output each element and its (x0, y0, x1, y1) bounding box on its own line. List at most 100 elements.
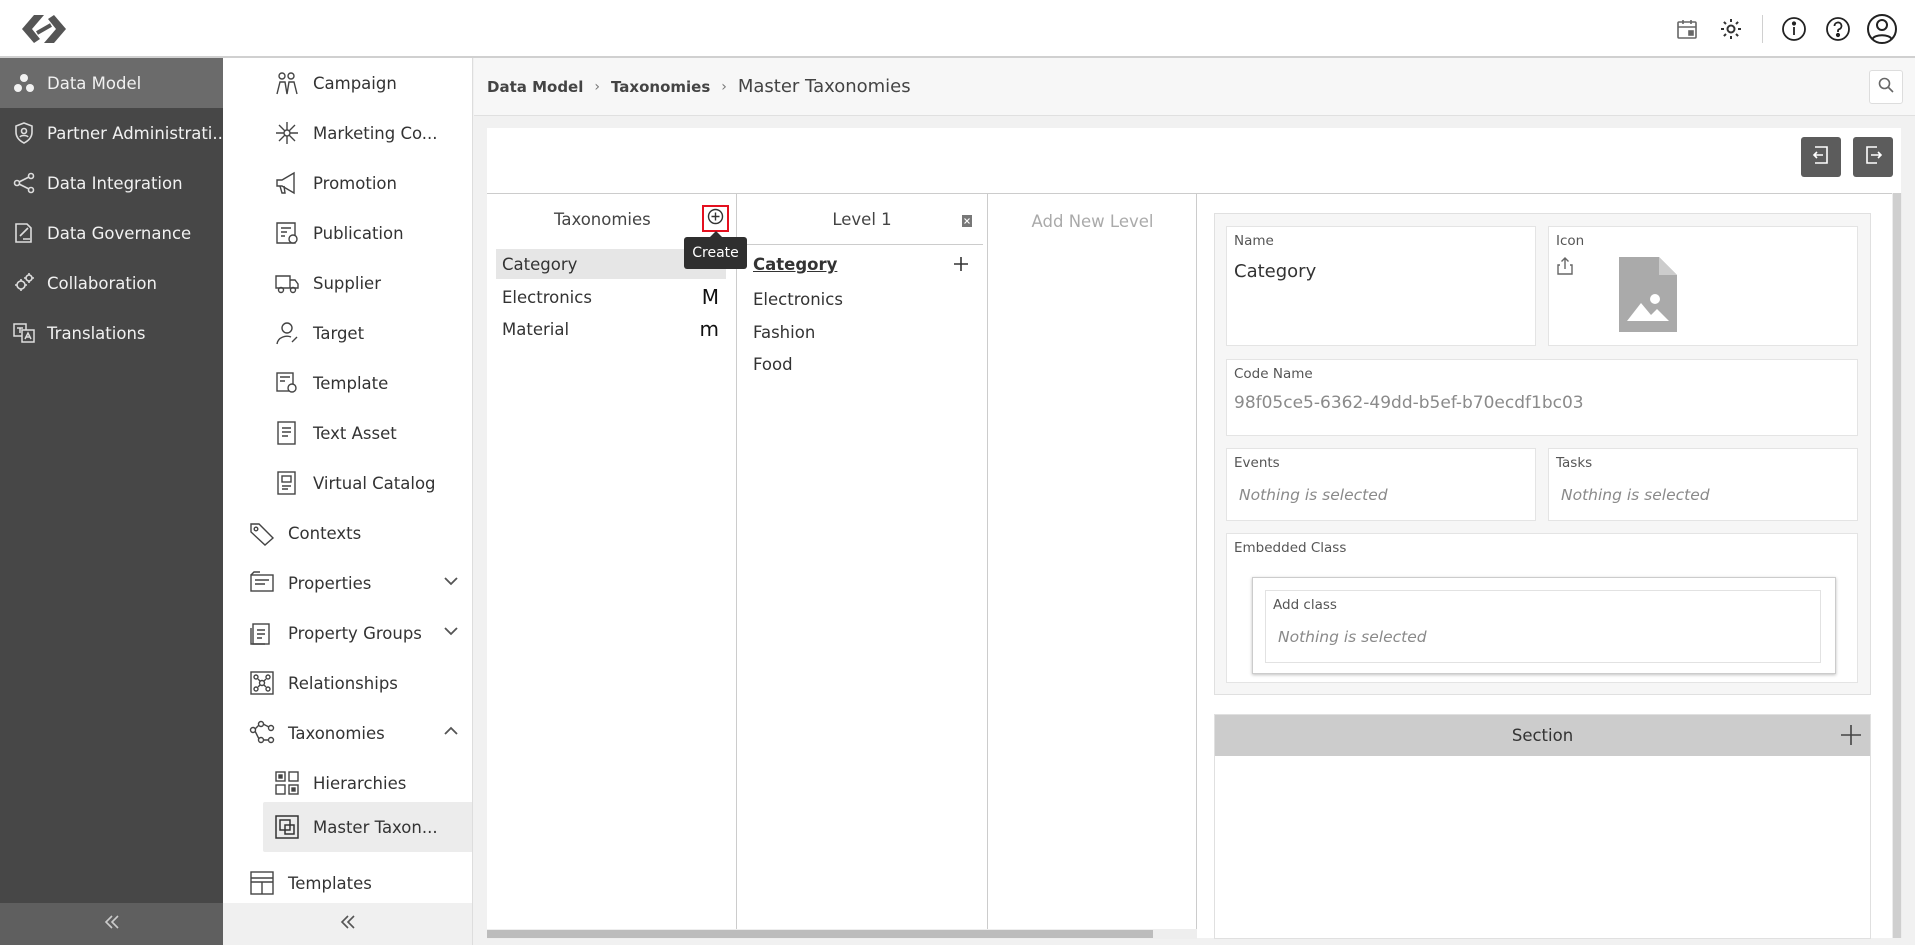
events-placeholder[interactable]: Nothing is selected (1239, 486, 1388, 504)
tag-icon (248, 519, 276, 547)
name-value[interactable]: Category (1234, 261, 1316, 282)
sidebar-item-label: Data Integration (47, 173, 183, 193)
nav-item-label: Target (313, 323, 365, 343)
campaign-icon (273, 69, 301, 97)
nav-item-label: Templates (288, 873, 372, 893)
settings-gear-icon[interactable] (1712, 10, 1750, 48)
taxonomy-marker: M (701, 285, 719, 309)
nav-item-contexts[interactable]: Contexts (223, 508, 472, 558)
breadcrumb-data-model[interactable]: Data Model (487, 78, 583, 96)
breadcrumb-taxonomies[interactable]: Taxonomies (611, 78, 710, 96)
plus-circle-icon (707, 208, 724, 229)
level-title-category[interactable]: Category (753, 255, 837, 274)
sidebar-item-collaboration[interactable]: Collaboration (0, 258, 223, 308)
scrollbar-thumb[interactable] (487, 930, 1153, 938)
nav-item-virtual-catalog[interactable]: Virtual Catalog (223, 458, 472, 508)
shield-icon (11, 120, 37, 146)
nav-item-campaign[interactable]: Campaign (223, 58, 472, 108)
nav-item-supplier[interactable]: Supplier (223, 258, 472, 308)
add-class-container: Add class Nothing is selected (1252, 577, 1836, 674)
truck-icon (273, 269, 301, 297)
user-avatar-icon[interactable] (1863, 10, 1901, 48)
import-button[interactable] (1801, 137, 1841, 177)
nav-item-marketing-collection[interactable]: Marketing Co... (223, 108, 472, 158)
megaphone-icon (273, 169, 301, 197)
events-label: Events (1234, 455, 1280, 471)
level-item-electronics[interactable]: Electronics (753, 290, 843, 309)
gears-icon (11, 270, 37, 296)
sidebar-item-data-integration[interactable]: Data Integration (0, 158, 223, 208)
chevron-down-icon[interactable] (443, 573, 459, 593)
nav-item-master-taxonomies[interactable]: Master Taxon... (263, 802, 472, 852)
nav-item-template[interactable]: Template (223, 358, 472, 408)
taxonomy-row-electronics[interactable]: Electronics M (496, 282, 726, 312)
section-header: Section (1215, 715, 1870, 756)
taxonomy-label: Category (502, 254, 578, 274)
vertical-scrollbar[interactable] (1892, 193, 1902, 938)
add-section-plus-icon[interactable] (1838, 722, 1864, 748)
level-item-food[interactable]: Food (753, 355, 793, 374)
nav-item-label: Master Taxon... (313, 817, 438, 837)
scrollbar-thumb[interactable] (1893, 193, 1901, 938)
nav-collapse-button[interactable] (223, 903, 472, 945)
nav-item-publication[interactable]: Publication (223, 208, 472, 258)
page-header: Data Model › Taxonomies › Master Taxonom… (474, 58, 1915, 116)
nav-item-text-asset[interactable]: Text Asset (223, 408, 472, 458)
app-logo[interactable] (20, 9, 68, 49)
chevron-down-icon[interactable] (443, 623, 459, 643)
delete-level-icon[interactable] (961, 213, 973, 232)
icon-label: Icon (1556, 233, 1585, 249)
secondary-nav: Campaign Marketing Co... Promotion Publi… (223, 58, 473, 945)
add-class-placeholder[interactable]: Nothing is selected (1278, 628, 1427, 646)
chevron-up-icon[interactable] (443, 723, 459, 743)
nav-item-label: Publication (313, 223, 404, 243)
sidebar-item-label: Partner Administrati... (47, 123, 223, 143)
nav-item-templates[interactable]: Templates (223, 858, 472, 908)
nav-item-label: Supplier (313, 273, 381, 293)
sidebar-item-partner-administration[interactable]: Partner Administrati... (0, 108, 223, 158)
double-chevron-left-icon (103, 913, 121, 935)
calendar-icon[interactable] (1668, 10, 1706, 48)
toolbar-separator (1762, 15, 1763, 43)
nav-item-promotion[interactable]: Promotion (223, 158, 472, 208)
help-icon[interactable] (1819, 10, 1857, 48)
add-level-column: Add New Level (988, 194, 1197, 939)
nav-item-hierarchies[interactable]: Hierarchies (223, 758, 472, 808)
nav-item-target[interactable]: Target (223, 308, 472, 358)
sidebar-item-data-model[interactable]: Data Model (0, 58, 223, 108)
master-taxonomy-icon (273, 813, 301, 841)
tasks-placeholder[interactable]: Nothing is selected (1561, 486, 1710, 504)
info-icon[interactable] (1775, 10, 1813, 48)
taxonomy-row-material[interactable]: Material m (496, 314, 726, 344)
top-bar (0, 0, 1915, 58)
nav-item-relationships[interactable]: Relationships (223, 658, 472, 708)
code-name-field[interactable]: Code Name 98f05ce5-6362-49dd-b5ef-b70ecd… (1226, 359, 1858, 436)
nav-item-label: Relationships (288, 673, 398, 693)
nav-item-property-groups[interactable]: Property Groups (223, 608, 472, 658)
nav-item-label: Template (313, 373, 389, 393)
taxonomy-label: Electronics (502, 287, 592, 307)
add-item-plus-icon[interactable] (953, 256, 969, 276)
search-button[interactable] (1869, 70, 1903, 104)
nav-item-properties[interactable]: Properties (223, 558, 472, 608)
main-sidebar: Data Model Partner Administrati... Data … (0, 58, 223, 945)
add-new-level-button[interactable]: Add New Level (988, 212, 1197, 231)
level-item-fashion[interactable]: Fashion (753, 323, 815, 342)
code-name-value[interactable]: 98f05ce5-6362-49dd-b5ef-b70ecdf1bc03 (1234, 393, 1584, 413)
horizontal-scrollbar[interactable] (487, 929, 1197, 939)
relationships-icon (248, 669, 276, 697)
sidebar-item-data-governance[interactable]: Data Governance (0, 208, 223, 258)
import-icon (1811, 145, 1831, 169)
name-field[interactable]: Name Category (1226, 226, 1536, 346)
tasks-field[interactable]: Tasks Nothing is selected (1548, 448, 1858, 521)
add-class-field[interactable]: Add class Nothing is selected (1265, 590, 1821, 663)
create-taxonomy-button[interactable] (702, 205, 729, 232)
sidebar-item-translations[interactable]: Translations (0, 308, 223, 358)
nav-item-taxonomies[interactable]: Taxonomies (223, 708, 472, 758)
tasks-label: Tasks (1556, 455, 1593, 471)
upload-icon[interactable] (1557, 257, 1573, 279)
events-field[interactable]: Events Nothing is selected (1226, 448, 1536, 521)
sidebar-collapse-button[interactable] (0, 903, 223, 945)
export-button[interactable] (1853, 137, 1893, 177)
breadcrumb-separator: › (721, 78, 727, 95)
